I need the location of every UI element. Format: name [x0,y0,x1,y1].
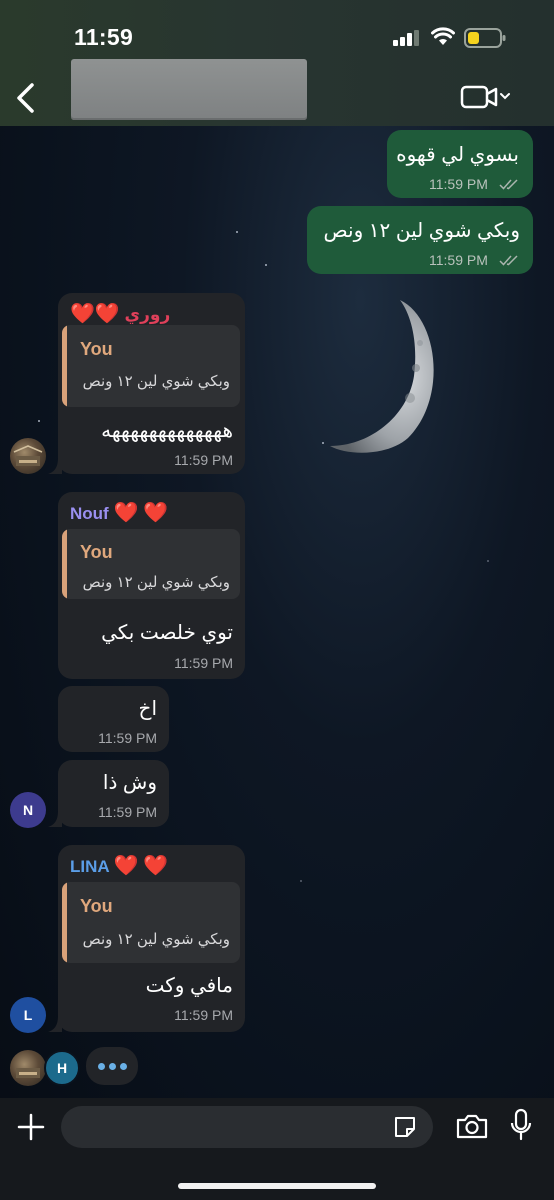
heart-emoji: ❤️ [143,502,168,524]
avatar-letter: N [22,802,34,818]
cellular-signal-icon [393,30,419,46]
sender-name: روري [124,305,171,324]
message-text: اخ [138,698,157,720]
heart-emoji: ❤️ [143,855,169,877]
message-text: توي خلصت بكي [101,622,233,644]
sender-avatar-l[interactable]: L [10,997,46,1033]
contact-name-redacted[interactable] [71,59,307,120]
reply-quote[interactable]: You وبكي شوي لين ١٢ ونص [62,325,240,407]
crescent-moon [330,300,434,453]
message-time: 11:59 PM [429,176,488,192]
message-time: 11:59 PM [98,730,157,746]
typing-dot [109,1063,116,1070]
plus-icon[interactable] [16,1112,46,1142]
bubble-tail [48,1016,62,1032]
message-time: 11:59 PM [174,655,233,671]
incoming-message[interactable]: اخ 11:59 PM [58,686,169,752]
message-time: 11:59 PM [174,452,233,468]
outgoing-message[interactable]: بسوي لي قهوه 11:59 PM [387,130,533,198]
bubble-tail [48,811,62,827]
outgoing-message[interactable]: وبكي شوي لين ١٢ ونص 11:59 PM [307,206,533,274]
reply-text: وبكي شوي لين ١٢ ونص [82,373,230,390]
avatar-photo-image [16,1068,40,1078]
read-ticks-icon [499,255,518,266]
message-text: وبكي شوي لين ١٢ ونص [323,220,521,242]
bubble-tail [48,458,62,474]
typing-avatar-h[interactable]: H [44,1050,80,1086]
camera-icon[interactable] [455,1112,489,1140]
incoming-message[interactable]: ❤️❤️ روري You وبكي شوي لين ١٢ ونص هههههه… [58,293,245,474]
heart-emoji: ❤️ [113,502,139,524]
wifi-icon [431,27,455,45]
avatar-letter: L [23,1007,33,1023]
message-input[interactable] [61,1106,433,1148]
message-time: 11:59 PM [98,804,157,820]
typing-indicator [86,1047,138,1085]
sender-avatar[interactable] [10,438,46,474]
typing-dot [120,1063,127,1070]
reply-author: You [80,542,113,562]
reply-text: وبكي شوي لين ١٢ ونص [82,931,230,948]
sender-avatar-n[interactable]: N [10,792,46,828]
video-camera-icon[interactable] [458,84,516,110]
reply-quote[interactable]: You وبكي شوي لين ١٢ ونص [62,529,240,599]
sender-name-row: LINA ❤️ ❤️ [70,853,168,878]
sender-name-row: ❤️❤️ روري [70,301,170,326]
heart-emoji: ❤️ [94,303,120,325]
sender-name-row: Nouf ❤️ ❤️ [70,500,168,525]
status-time: 11:59 [74,24,134,50]
sender-name: LINA [70,857,110,876]
message-text: هههههههههههههه [101,420,233,442]
incoming-message[interactable]: وش ذا 11:59 PM [58,760,169,827]
home-indicator [178,1183,376,1189]
avatar-letter: H [56,1060,68,1076]
back-chevron-icon[interactable] [12,80,40,116]
message-time: 11:59 PM [429,252,488,268]
typing-avatar-photo[interactable] [10,1050,46,1086]
avatar-photo-image [13,445,43,466]
typing-dot [98,1063,105,1070]
sticker-icon[interactable] [392,1114,418,1140]
reply-author: You [80,896,113,916]
incoming-message[interactable]: Nouf ❤️ ❤️ You وبكي شوي لين ١٢ ونص توي خ… [58,492,245,679]
heart-emoji: ❤️ [70,303,95,325]
microphone-icon[interactable] [510,1108,532,1142]
message-time: 11:59 PM [174,1007,233,1023]
sender-name: Nouf [70,504,109,523]
reply-quote[interactable]: You وبكي شوي لين ١٢ ونص [62,882,240,963]
heart-emoji: ❤️ [113,855,139,877]
message-text: وش ذا [102,772,157,794]
reply-author: You [80,339,113,359]
reply-text: وبكي شوي لين ١٢ ونص [82,574,230,591]
message-text: بسوي لي قهوه [396,144,519,166]
message-text: مافي وكت [145,975,233,997]
read-ticks-icon [499,179,518,190]
incoming-message[interactable]: LINA ❤️ ❤️ You وبكي شوي لين ١٢ ونص مافي … [58,845,245,1032]
battery-low-icon [464,28,506,48]
